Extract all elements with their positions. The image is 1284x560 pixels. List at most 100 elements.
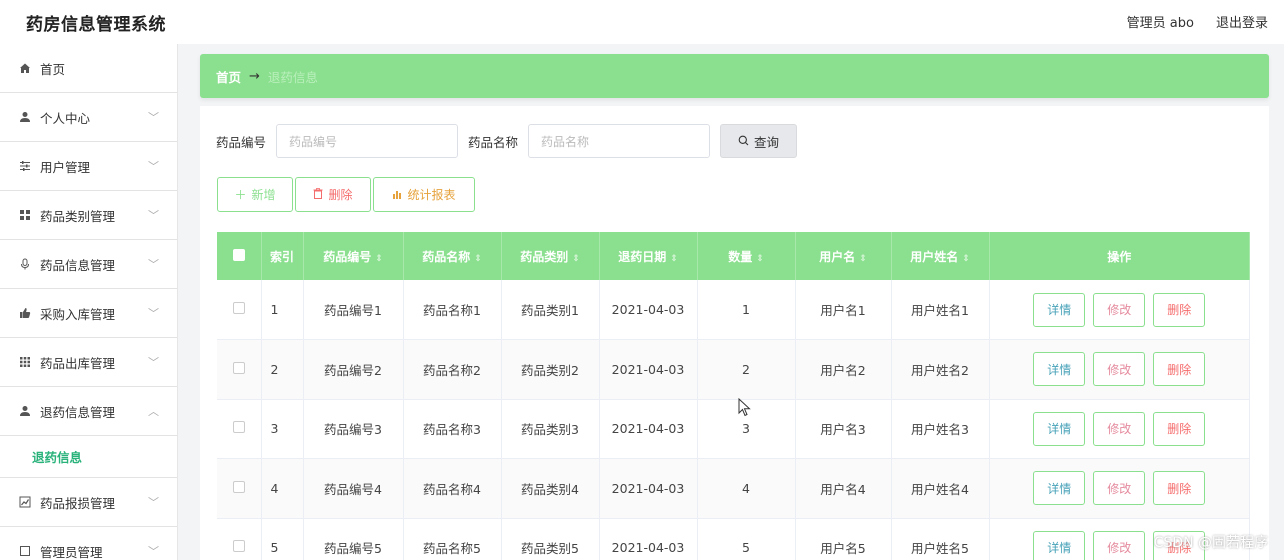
row-checkbox[interactable] — [232, 302, 245, 314]
thumb-icon — [18, 306, 32, 320]
cell-username: 用户名4 — [795, 458, 892, 519]
sidebar-item-admin[interactable]: 管理员管理 ﹀ — [0, 527, 177, 560]
edit-button[interactable]: 修改 — [1093, 530, 1146, 560]
square-icon — [18, 544, 32, 558]
col-username[interactable]: 用户名 ⇕ — [795, 232, 892, 280]
cell-realname: 用户姓名4 — [891, 458, 990, 519]
col-label: 用户姓名 — [910, 249, 959, 264]
grid-icon — [18, 208, 32, 222]
cell-category: 药品类别2 — [501, 339, 600, 400]
col-qty[interactable]: 数量 ⇕ — [697, 232, 796, 280]
sidebar-item-outbound[interactable]: 药品出库管理 ﹀ — [0, 338, 177, 387]
edit-button[interactable]: 修改 — [1093, 471, 1146, 506]
cell-realname: 用户姓名3 — [891, 399, 990, 459]
cell-actions: 详情 修改 删除 — [989, 339, 1250, 400]
col-code[interactable]: 药品编号 ⇕ — [303, 232, 404, 280]
search-form: 药品编号 药品编号 药品名称 药品名称 查询 — [216, 124, 798, 158]
col-realname[interactable]: 用户姓名 ⇕ — [891, 232, 990, 280]
cell-realname: 用户姓名2 — [891, 339, 990, 400]
col-name[interactable]: 药品名称 ⇕ — [403, 232, 502, 280]
edit-button[interactable]: 修改 — [1093, 352, 1146, 387]
logout-link[interactable]: 退出登录 — [1216, 12, 1268, 31]
sidebar-item-damage[interactable]: 药品报损管理 ﹀ — [0, 478, 177, 527]
cell-qty: 5 — [697, 518, 796, 560]
cell-username: 用户名2 — [795, 339, 892, 400]
chevron-down-icon: ﹀ — [148, 209, 159, 222]
row-select-cell — [217, 399, 262, 459]
sidebar-item-drug-category[interactable]: 药品类别管理 ﹀ — [0, 191, 177, 240]
user-icon — [18, 404, 32, 418]
cell-code: 药品编号2 — [303, 339, 404, 400]
cell-index: 5 — [261, 518, 304, 560]
row-delete-button[interactable]: 删除 — [1153, 471, 1206, 506]
col-label: 药品类别 — [520, 249, 569, 264]
arrow-right-icon: → — [249, 68, 260, 84]
cell-index: 2 — [261, 339, 304, 400]
row-checkbox[interactable] — [232, 421, 245, 434]
detail-button[interactable]: 详情 — [1033, 530, 1086, 560]
name-search-input[interactable]: 药品名称 — [528, 124, 711, 158]
cell-category: 药品类别4 — [501, 458, 600, 519]
detail-button[interactable]: 详情 — [1033, 411, 1086, 446]
cell-date: 2021-04-03 — [599, 339, 698, 400]
delete-button[interactable]: 删除 — [295, 177, 371, 212]
row-select-cell — [217, 280, 262, 340]
cell-name: 药品名称5 — [403, 518, 502, 560]
cell-category: 药品类别5 — [501, 518, 600, 560]
cell-index: 1 — [261, 280, 304, 340]
add-button[interactable]: ＋ 新增 — [217, 177, 293, 212]
watermark: CSDN @固若程序 — [1153, 535, 1268, 551]
cell-category: 药品类别1 — [501, 280, 600, 340]
search-icon — [738, 134, 749, 149]
sidebar-item-users[interactable]: 用户管理 ﹀ — [0, 142, 177, 191]
report-button[interactable]: 统计报表 — [373, 177, 475, 212]
row-checkbox[interactable] — [232, 540, 245, 553]
row-delete-button[interactable]: 删除 — [1153, 292, 1206, 327]
sidebar-item-label: 药品类别管理 — [40, 208, 116, 224]
col-category[interactable]: 药品类别 ⇕ — [501, 232, 600, 280]
search-button[interactable]: 查询 — [720, 124, 798, 158]
add-button-label: 新增 — [251, 188, 276, 202]
cell-actions: 详情 修改 删除 — [989, 280, 1250, 340]
detail-button[interactable]: 详情 — [1033, 352, 1086, 387]
sort-icon: ⇕ — [572, 253, 580, 264]
breadcrumb-home[interactable]: 首页 — [216, 67, 241, 86]
row-checkbox[interactable] — [232, 361, 245, 374]
col-label: 索引 — [269, 249, 294, 264]
sidebar-item-home[interactable]: 首页 — [0, 44, 177, 93]
name-label: 药品名称 — [468, 134, 519, 150]
select-all-cell — [217, 232, 262, 280]
cell-date: 2021-04-03 — [599, 518, 698, 560]
cell-index: 4 — [261, 458, 304, 519]
cell-code: 药品编号4 — [303, 458, 404, 519]
sidebar-item-profile[interactable]: 个人中心 ﹀ — [0, 93, 177, 142]
row-delete-button[interactable]: 删除 — [1153, 352, 1206, 387]
row-checkbox[interactable] — [232, 480, 245, 493]
cell-realname: 用户姓名5 — [891, 518, 990, 560]
edit-button[interactable]: 修改 — [1093, 411, 1146, 446]
detail-button[interactable]: 详情 — [1033, 292, 1086, 327]
app-title: 药房信息管理系统 — [26, 15, 166, 35]
sidebar-item-drug-info[interactable]: 药品信息管理 ﹀ — [0, 240, 177, 289]
cell-name: 药品名称2 — [403, 339, 502, 400]
col-date[interactable]: 退药日期 ⇕ — [599, 232, 698, 280]
cell-username: 用户名1 — [795, 280, 892, 340]
sidebar-subitem-return-info[interactable]: 退药信息 — [0, 436, 177, 478]
chevron-down-icon: ﹀ — [148, 307, 159, 320]
cell-username: 用户名3 — [795, 399, 892, 459]
current-user[interactable]: 管理员 abo — [1127, 12, 1194, 31]
sidebar-item-label: 采购入库管理 — [40, 306, 116, 322]
edit-button[interactable]: 修改 — [1093, 292, 1146, 327]
sidebar-item-return[interactable]: 退药信息管理 ︿ — [0, 387, 177, 436]
select-all-checkbox[interactable] — [232, 248, 245, 261]
sidebar-item-purchase[interactable]: 采购入库管理 ﹀ — [0, 289, 177, 338]
mic-icon — [18, 257, 32, 271]
sort-icon: ⇕ — [962, 253, 970, 264]
sliders-icon — [18, 159, 32, 173]
code-search-input[interactable]: 药品编号 — [276, 124, 459, 158]
row-delete-button[interactable]: 删除 — [1153, 411, 1206, 446]
col-index: 索引 — [261, 232, 304, 280]
mouse-cursor-icon — [738, 397, 752, 422]
detail-button[interactable]: 详情 — [1033, 471, 1086, 506]
cell-actions: 详情 修改 删除 — [989, 458, 1250, 519]
